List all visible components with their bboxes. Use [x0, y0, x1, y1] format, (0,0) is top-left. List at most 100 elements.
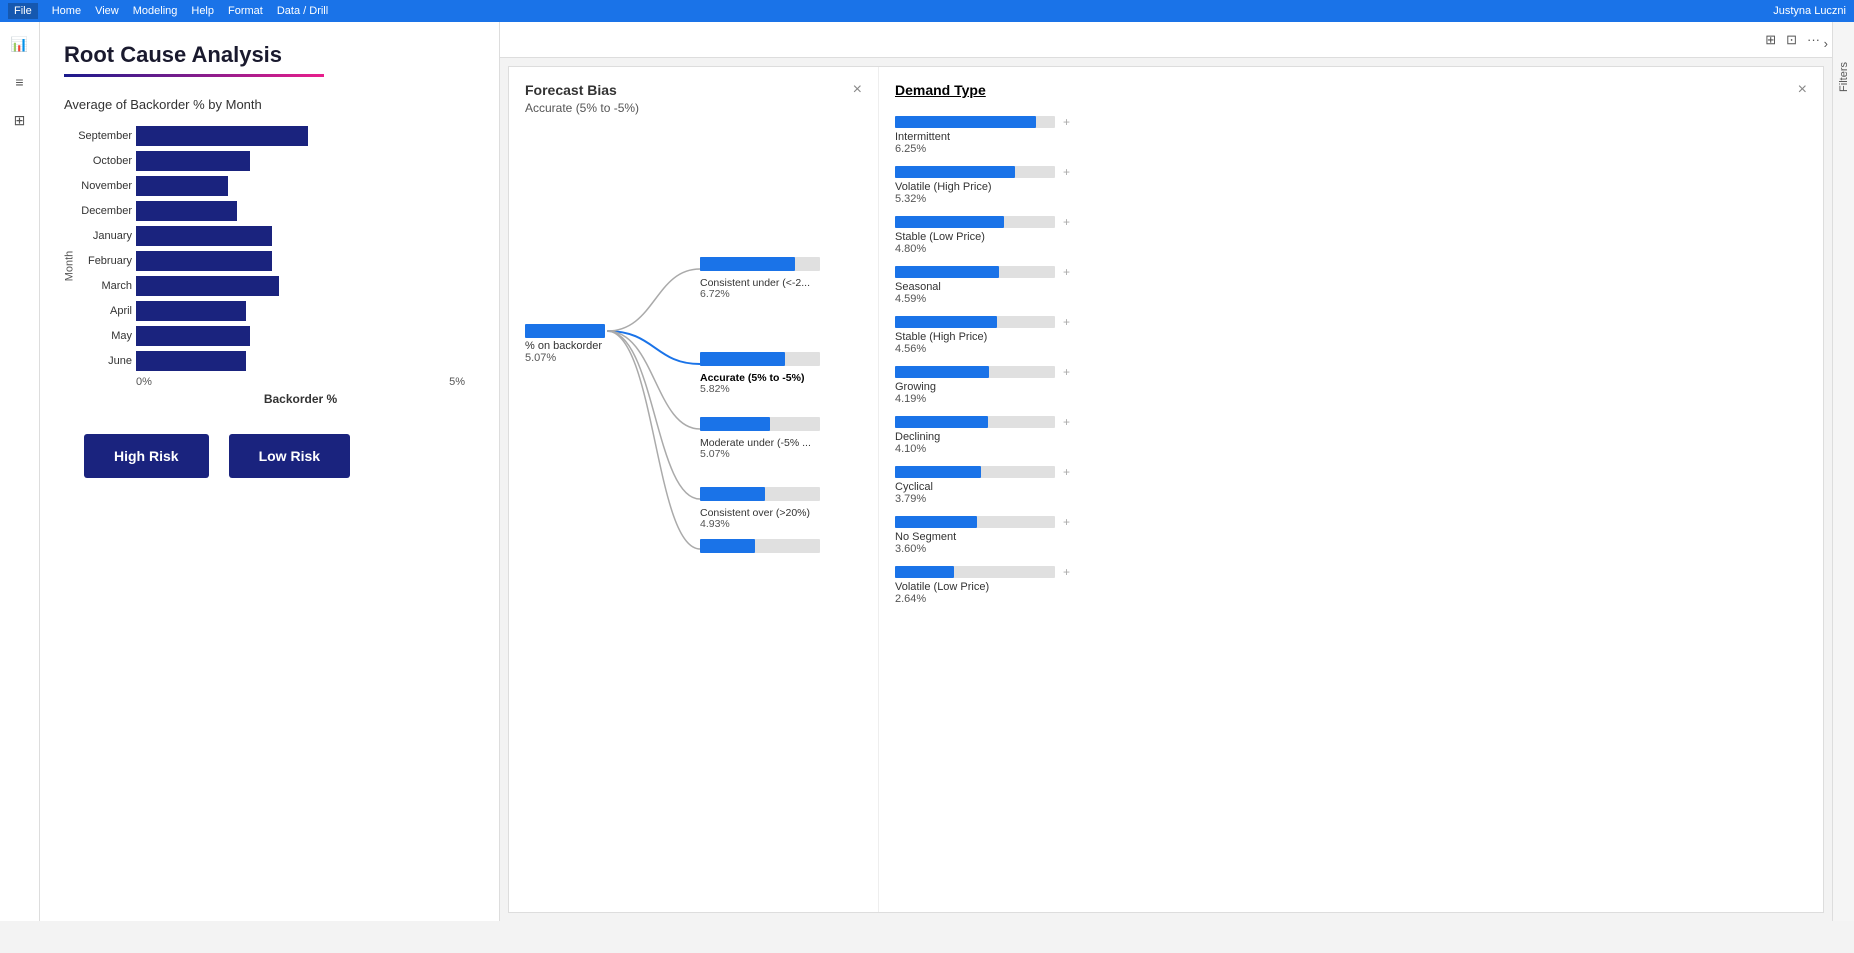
- side-icon-chart[interactable]: 📊: [6, 30, 34, 58]
- demand-bar-row: +: [895, 315, 1807, 329]
- demand-expand-plus[interactable]: +: [1063, 165, 1070, 179]
- side-icons: 📊 ≡ ⊞: [0, 22, 40, 921]
- main-layout: 📊 ≡ ⊞ Root Cause Analysis Average of Bac…: [0, 22, 1854, 921]
- demand-bar-track: [895, 316, 1055, 328]
- demand-type-close[interactable]: ×: [1798, 81, 1807, 99]
- svg-text:5.07%: 5.07%: [700, 448, 730, 460]
- demand-bar-fill: [895, 316, 997, 328]
- demand-item-name: Intermittent: [895, 131, 1807, 143]
- bar-fill: [136, 151, 250, 171]
- demand-item-value: 4.59%: [895, 293, 1807, 305]
- demand-bar-row: +: [895, 165, 1807, 179]
- demand-expand-plus[interactable]: +: [1063, 565, 1070, 579]
- demand-items-container: + Intermittent6.25% + Volatile (High Price)…: [895, 115, 1807, 605]
- demand-expand-plus[interactable]: +: [1063, 415, 1070, 429]
- bar-fill: [136, 201, 237, 221]
- left-panel: Root Cause Analysis Average of Backorder…: [40, 22, 500, 921]
- buttons-row: High Risk Low Risk: [64, 434, 475, 478]
- bar-fill: [136, 351, 246, 371]
- bar-label: December: [64, 205, 132, 217]
- low-risk-button[interactable]: Low Risk: [229, 434, 350, 478]
- bar-row: December: [136, 201, 465, 221]
- appbar-item-file[interactable]: File: [8, 3, 38, 19]
- appbar-item-data/drill[interactable]: Data / Drill: [277, 5, 328, 17]
- demand-bar-track: [895, 216, 1055, 228]
- demand-item-name: Volatile (Low Price): [895, 581, 1807, 593]
- demand-expand-plus[interactable]: +: [1063, 115, 1070, 129]
- x-tick-1: 5%: [449, 376, 465, 388]
- forecast-bias-close[interactable]: ×: [853, 81, 862, 99]
- forecast-filter-header: Forecast Bias ×: [525, 81, 862, 99]
- high-risk-button[interactable]: High Risk: [84, 434, 209, 478]
- bar-label: September: [64, 130, 132, 142]
- demand-bar-fill: [895, 466, 981, 478]
- side-icon-table[interactable]: ≡: [6, 68, 34, 96]
- demand-type-title: Demand Type: [895, 82, 986, 98]
- demand-item-value: 6.25%: [895, 143, 1807, 155]
- bar-label: May: [64, 330, 132, 342]
- bar-row: May: [136, 326, 465, 346]
- demand-bar-track: [895, 366, 1055, 378]
- appbar-item-help[interactable]: Help: [191, 5, 214, 17]
- demand-item: + Volatile (Low Price)2.64%: [895, 565, 1807, 605]
- demand-expand-plus[interactable]: +: [1063, 515, 1070, 529]
- bar-chart-area: Month SeptemberOctoberNovemberDecemberJa…: [64, 126, 475, 406]
- svg-text:% on backorder: % on backorder: [525, 340, 602, 352]
- demand-item-value: 4.56%: [895, 343, 1807, 355]
- demand-item-name: Volatile (High Price): [895, 181, 1807, 193]
- x-axis-ticks: 0% 5%: [136, 376, 465, 388]
- demand-bar-row: +: [895, 265, 1807, 279]
- demand-bar-fill: [895, 366, 989, 378]
- bar-label: March: [64, 280, 132, 292]
- bar-label: November: [64, 180, 132, 192]
- demand-expand-plus[interactable]: +: [1063, 215, 1070, 229]
- demand-bar-track: [895, 116, 1055, 128]
- appbar-item-view[interactable]: View: [95, 5, 119, 17]
- demand-bar-track: [895, 166, 1055, 178]
- bar-fill: [136, 301, 246, 321]
- demand-bar-row: +: [895, 215, 1807, 229]
- demand-item-name: Stable (Low Price): [895, 231, 1807, 243]
- expand-icon[interactable]: ⊡: [1786, 32, 1797, 48]
- demand-item: +Seasonal4.59%: [895, 265, 1807, 305]
- svg-text:Moderate over (5% to ...: Moderate over (5% to ...: [700, 558, 813, 559]
- demand-bar-fill: [895, 116, 1036, 128]
- demand-item-name: Declining: [895, 431, 1807, 443]
- chevron-right-icon[interactable]: ›: [1824, 36, 1828, 51]
- bar-row: November: [136, 176, 465, 196]
- demand-item-value: 4.10%: [895, 443, 1807, 455]
- filter-icon[interactable]: ⊞: [1765, 32, 1776, 48]
- demand-item-value: 2.64%: [895, 593, 1807, 605]
- demand-bar-fill: [895, 416, 988, 428]
- right-sidebar[interactable]: Filters ›: [1832, 22, 1854, 921]
- demand-expand-plus[interactable]: +: [1063, 265, 1070, 279]
- appbar-item-home[interactable]: Home: [52, 5, 81, 17]
- demand-bar-fill: [895, 266, 999, 278]
- demand-bar-row: +: [895, 515, 1807, 529]
- svg-text:5.82%: 5.82%: [700, 383, 730, 395]
- panel-underline: [64, 74, 324, 77]
- bar-label: April: [64, 305, 132, 317]
- demand-expand-plus[interactable]: +: [1063, 315, 1070, 329]
- x-axis-label: Backorder %: [136, 392, 465, 406]
- side-icon-grid[interactable]: ⊞: [6, 106, 34, 134]
- bar-row: October: [136, 151, 465, 171]
- demand-item: +Volatile (High Price)5.32%: [895, 165, 1807, 205]
- appbar-item-modeling[interactable]: Modeling: [133, 5, 178, 17]
- demand-bar-track: [895, 516, 1055, 528]
- forecast-bias-title: Forecast Bias: [525, 82, 617, 98]
- decomp-tree: % on backorder 5.07%: [525, 139, 862, 562]
- right-content: ⊞ ⊡ ··· Forecast Bias × Accurate (5% to …: [500, 22, 1832, 921]
- bar-row: June: [136, 351, 465, 371]
- demand-expand-plus[interactable]: +: [1063, 365, 1070, 379]
- demand-expand-plus[interactable]: +: [1063, 465, 1070, 479]
- bar-row: September: [136, 126, 465, 146]
- demand-bar-row: +: [895, 365, 1807, 379]
- appbar-item-format[interactable]: Format: [228, 5, 263, 17]
- ellipsis-icon[interactable]: ···: [1807, 32, 1820, 47]
- forecast-bias-subtitle: Accurate (5% to -5%): [525, 101, 862, 115]
- demand-item-value: 3.60%: [895, 543, 1807, 555]
- bar-label: February: [64, 255, 132, 267]
- bar-row: March: [136, 276, 465, 296]
- top-action-bar: ⊞ ⊡ ···: [500, 22, 1832, 58]
